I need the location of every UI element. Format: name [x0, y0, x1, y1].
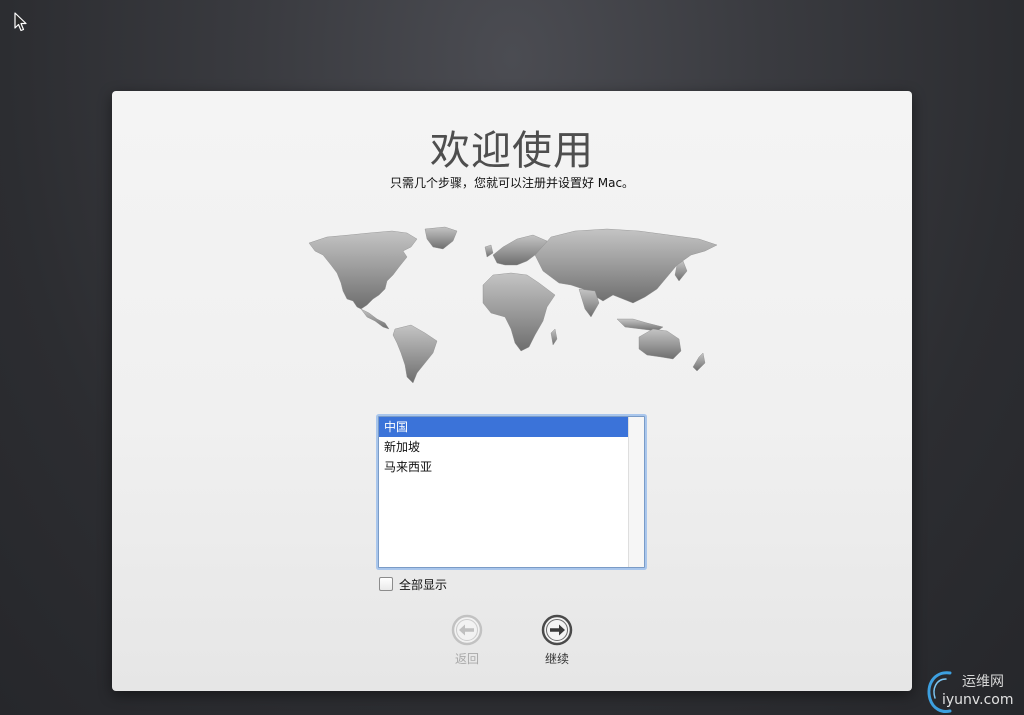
page-subtitle: 只需几个步骤，您就可以注册并设置好 Mac。	[389, 176, 635, 190]
country-list-item[interactable]: 马来西亚	[379, 457, 628, 477]
country-list-items: 中国 新加坡 马来西亚	[379, 417, 628, 477]
country-list-item[interactable]: 中国	[379, 417, 628, 437]
watermark-text-en: iyunv.com	[942, 692, 1014, 708]
setup-assistant-panel: 欢迎使用 只需几个步骤，您就可以注册并设置好 Mac。 中国 新加坡 马来西亚 …	[112, 91, 912, 691]
mouse-cursor-icon	[14, 12, 27, 32]
back-label: 返回	[454, 652, 479, 666]
right-arrow-circle-icon	[541, 614, 573, 646]
show-all-label: 全部显示	[399, 577, 448, 592]
left-arrow-circle-icon	[451, 614, 483, 646]
country-list-scrollbar[interactable]	[628, 417, 644, 567]
back-button[interactable]: 返回	[442, 614, 492, 666]
watermark-text-cn: 运维网	[962, 674, 1004, 690]
page-title: 欢迎使用	[430, 128, 594, 174]
continue-label: 继续	[544, 652, 569, 666]
country-list-item[interactable]: 新加坡	[379, 437, 628, 457]
continue-button[interactable]: 继续	[532, 614, 582, 666]
world-map-icon	[308, 226, 718, 384]
show-all-option[interactable]: 全部显示	[379, 576, 447, 592]
country-list[interactable]: 中国 新加坡 马来西亚	[378, 416, 645, 568]
show-all-checkbox[interactable]	[379, 577, 393, 591]
watermark: 运维网 iyunv.com	[920, 665, 1024, 715]
